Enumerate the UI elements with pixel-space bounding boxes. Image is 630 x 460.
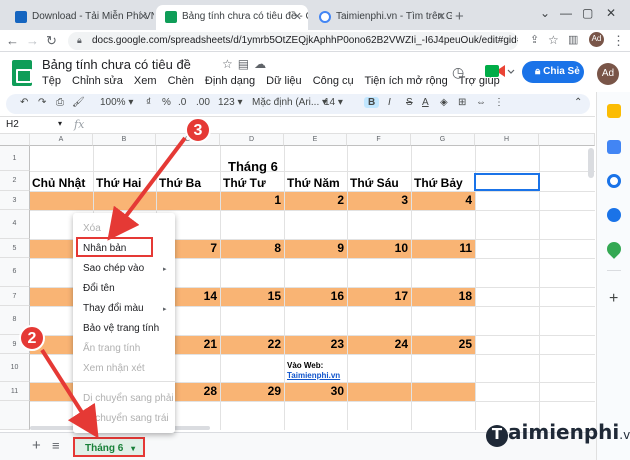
- arrow-step2: [40, 348, 99, 439]
- watermark-logo: Taimienphi.vn: [486, 420, 630, 447]
- annotation-arrows: [40, 136, 187, 439]
- arrow-step3: [107, 136, 187, 241]
- watermark-t-icon: T: [486, 425, 508, 447]
- step-badge-3: 3: [185, 117, 211, 143]
- step-badge-2: 2: [19, 325, 45, 351]
